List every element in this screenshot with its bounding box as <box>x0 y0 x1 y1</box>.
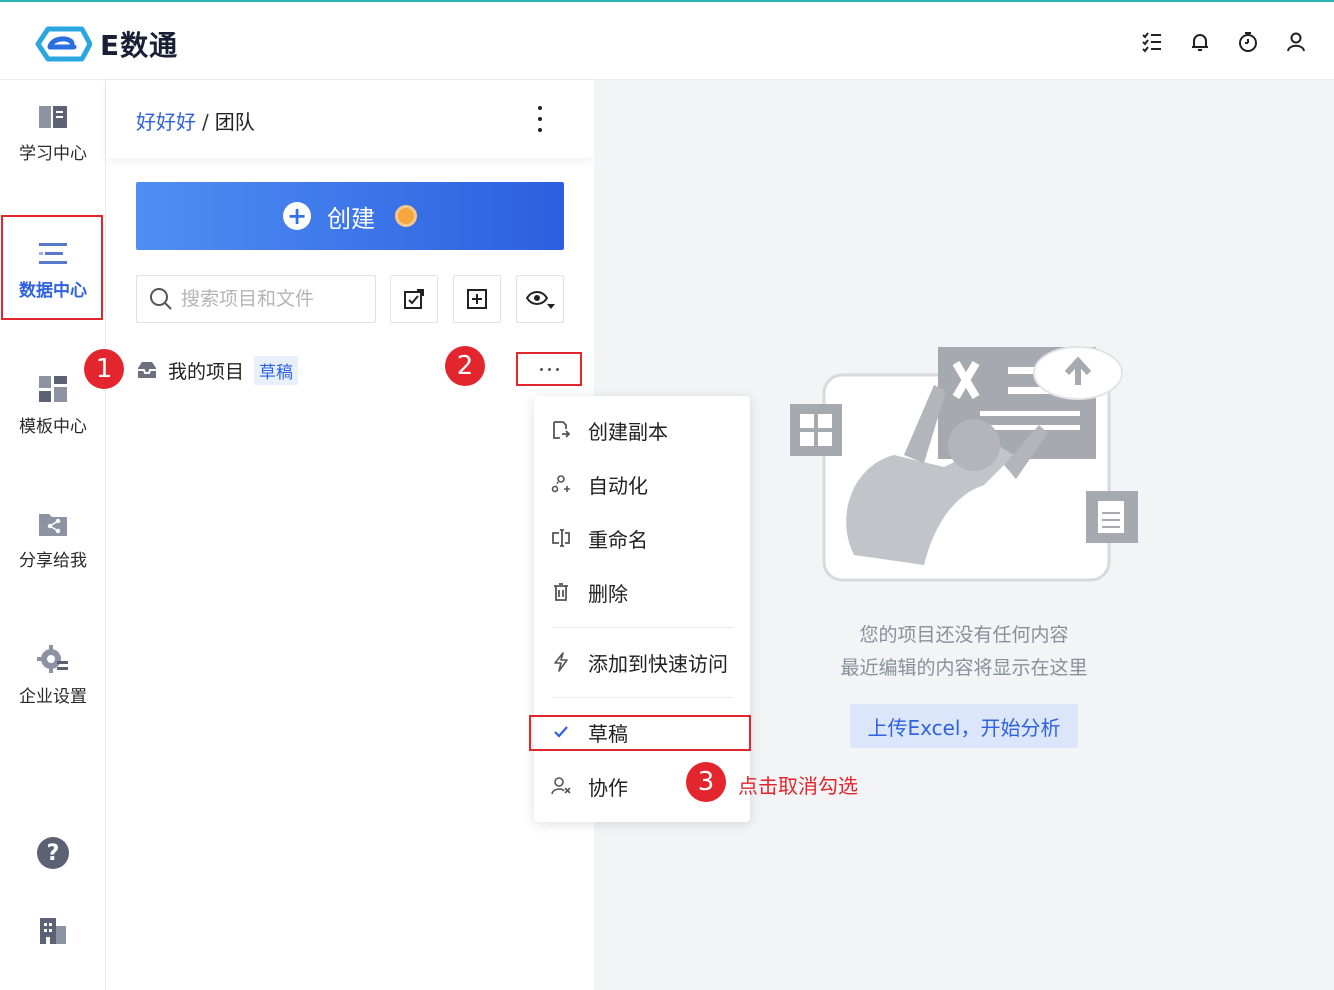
help-icon[interactable]: ? <box>36 836 70 874</box>
menu-item-delete[interactable]: 删除 <box>534 569 750 615</box>
status-dot-icon <box>395 205 417 227</box>
nav-item-enterprise-settings[interactable]: 企业设置 <box>0 630 106 720</box>
bell-icon[interactable] <box>1188 30 1212 54</box>
task-list-icon[interactable] <box>1140 30 1164 54</box>
panel-header: 好好好 / 团队 <box>106 80 594 158</box>
step-marker-3: 3 <box>686 762 726 802</box>
search-icon <box>150 288 172 310</box>
step-marker-1: 1 <box>84 349 124 389</box>
eye-dropdown-icon <box>525 291 555 309</box>
menu-item-quick-access[interactable]: 添加到快速访问 <box>534 639 750 685</box>
menu-divider <box>552 627 734 628</box>
share-folder-icon <box>39 513 67 536</box>
menu-item-label: 重命名 <box>588 527 648 552</box>
plus-circle-icon: + <box>283 202 311 230</box>
empty-state-illustration <box>790 346 1138 582</box>
checkbox-edit-icon <box>404 289 424 309</box>
search-box <box>136 275 376 323</box>
new-folder-button[interactable] <box>453 275 501 323</box>
inbox-folder-icon <box>138 362 156 378</box>
nav-highlight-box <box>1 215 103 320</box>
step-marker-2: 2 <box>445 346 485 386</box>
menu-item-duplicate[interactable]: 创建副本 <box>534 407 750 453</box>
create-button[interactable]: + 创建 <box>136 182 564 250</box>
breadcrumb-separator: / <box>202 110 209 134</box>
nav-label: 学习中心 <box>19 143 87 164</box>
breadcrumb-parent[interactable]: 好好好 <box>136 110 196 134</box>
menu-item-label: 删除 <box>588 581 628 606</box>
project-panel: 好好好/团队 + 创建 我的项目 草稿 <box>106 80 594 990</box>
menu-item-label: 添加到快速访问 <box>588 651 728 676</box>
menu-divider <box>552 697 734 698</box>
context-menu: 创建副本 自动化 重命名 删除 添加到快速访问 草稿 协作 <box>534 396 750 822</box>
draft-highlight-box <box>529 715 751 751</box>
plus-square-icon <box>467 289 487 309</box>
nav-label: 企业设置 <box>19 686 87 707</box>
create-button-label: 创建 <box>327 204 375 233</box>
template-grid-icon <box>39 375 67 402</box>
top-bar: E数通 <box>0 0 1334 80</box>
more-vertical-icon[interactable] <box>530 106 550 132</box>
breadcrumb-current: 团队 <box>214 110 255 134</box>
logo-text: E数通 <box>100 29 179 62</box>
project-row[interactable]: 我的项目 草稿 <box>136 350 576 390</box>
svg-text:?: ? <box>47 841 60 866</box>
logo-mark-icon <box>35 26 92 62</box>
menu-item-automation[interactable]: 自动化 <box>534 461 750 507</box>
menu-item-label: 协作 <box>588 775 628 800</box>
annotation-text: 点击取消勾选 <box>738 774 858 798</box>
view-options-button[interactable] <box>516 275 564 323</box>
trash-icon <box>550 581 572 603</box>
project-name: 我的项目 <box>168 360 245 383</box>
draft-badge: 草稿 <box>254 355 299 385</box>
user-icon[interactable] <box>1284 30 1308 54</box>
top-toolbar <box>1140 30 1308 54</box>
copy-icon <box>550 419 572 441</box>
rename-icon <box>550 527 572 549</box>
menu-item-label: 自动化 <box>588 473 648 498</box>
nav-label: 分享给我 <box>19 550 87 571</box>
book-icon <box>39 105 67 128</box>
menu-item-label: 创建副本 <box>588 419 668 444</box>
collaborate-icon <box>550 775 572 797</box>
nav-label: 模板中心 <box>19 416 87 437</box>
menu-item-rename[interactable]: 重命名 <box>534 515 750 561</box>
upload-excel-button[interactable]: 上传Excel，开始分析 <box>850 704 1078 748</box>
search-input[interactable] <box>181 288 371 310</box>
building-icon[interactable] <box>37 916 69 950</box>
gear-icon <box>37 644 68 673</box>
app-logo[interactable]: E数通 <box>30 24 178 64</box>
timer-icon[interactable] <box>1236 30 1260 54</box>
nav-item-shared[interactable]: 分享给我 <box>0 495 106 585</box>
nav-item-learning[interactable]: 学习中心 <box>0 88 106 178</box>
project-more-button[interactable] <box>516 352 582 386</box>
left-nav: 学习中心 数据中心 模板中心 分享给我 企业设置 ? <box>0 80 106 990</box>
lightning-icon <box>550 651 572 673</box>
batch-select-button[interactable] <box>390 275 438 323</box>
breadcrumb: 好好好 / 团队 <box>136 106 255 135</box>
automation-icon <box>550 473 572 495</box>
